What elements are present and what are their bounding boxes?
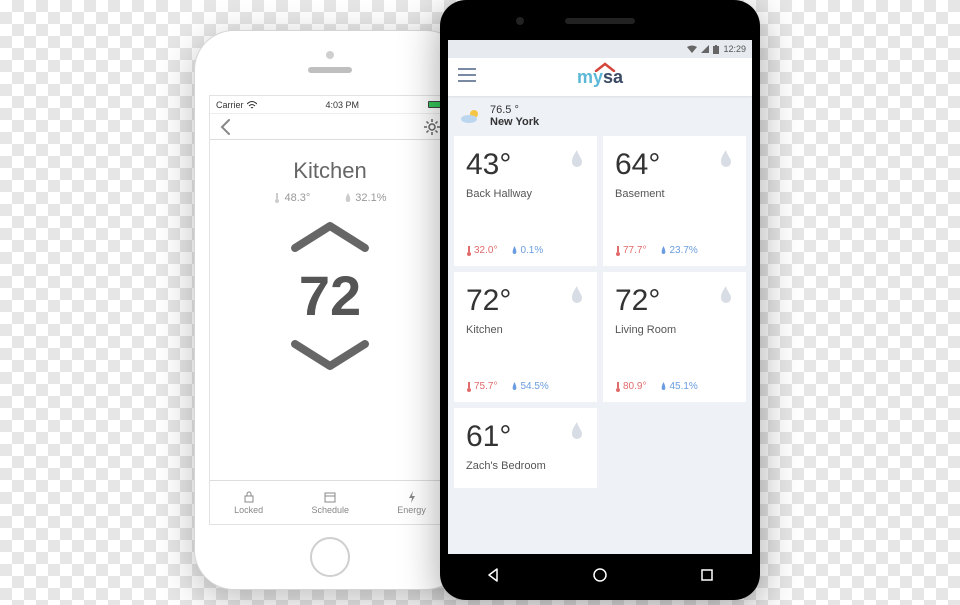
room-humidity: 54.5% <box>511 381 548 392</box>
menu-button[interactable] <box>458 68 476 82</box>
iphone-speaker <box>308 67 352 73</box>
android-statusbar: 12:29 <box>448 40 752 58</box>
thermometer-icon <box>466 246 472 256</box>
setpoint-display: 72 <box>299 268 361 324</box>
ios-bottombar: Locked Schedule Energy <box>210 480 450 524</box>
temp-down-button[interactable] <box>285 338 375 374</box>
clock-label: 4:03 PM <box>325 100 359 110</box>
room-temp: 80.9° <box>615 381 646 392</box>
temp-reading-value: 48.3° <box>284 192 310 204</box>
droplet-icon <box>660 246 667 255</box>
humidity-reading-value: 32.1% <box>355 192 386 204</box>
thermometer-icon <box>273 193 281 203</box>
carrier-label: Carrier <box>216 100 244 110</box>
flame-icon <box>569 150 585 168</box>
android-nav-buttons <box>440 558 760 592</box>
thermometer-icon <box>615 382 621 392</box>
tab-locked-label: Locked <box>234 505 263 515</box>
thermometer-icon <box>615 246 621 256</box>
room-name: Living Room <box>615 324 734 336</box>
app-header: mysa <box>448 58 752 96</box>
room-name: Zach's Bedroom <box>466 460 585 472</box>
android-topbar <box>446 6 754 40</box>
room-name: Back Hallway <box>466 188 585 200</box>
room-card-kitchen[interactable]: 72° Kitchen 75.7° 54.5% <box>454 272 597 402</box>
signal-icon <box>701 45 709 53</box>
setpoint: 72° <box>466 284 585 318</box>
wifi-icon <box>247 101 257 109</box>
room-stats: 48.3° 32.1% <box>273 192 386 204</box>
weather-row: 76.5 ° New York <box>448 96 752 136</box>
flame-icon <box>718 150 734 168</box>
iphone-camera-dot <box>326 51 334 59</box>
humidity-reading: 32.1% <box>344 192 386 204</box>
room-humidity: 0.1% <box>511 245 543 256</box>
temp-reading: 48.3° <box>273 192 310 204</box>
droplet-icon <box>344 193 352 203</box>
room-humidity: 23.7% <box>660 245 697 256</box>
droplet-icon <box>511 246 518 255</box>
battery-icon <box>713 45 719 54</box>
logo-roof-icon <box>594 62 616 72</box>
android-speaker <box>565 18 635 24</box>
droplet-icon <box>660 382 667 391</box>
ios-navbar <box>210 114 450 140</box>
flame-icon <box>718 286 734 304</box>
iphone-screen: Carrier 4:03 PM Kitchen 48.3° 32.1% <box>209 95 451 525</box>
outdoor-temp: 76.5 ° <box>490 104 539 116</box>
thermostat-panel: Kitchen 48.3° 32.1% 72 <box>210 140 450 480</box>
iphone-home-button[interactable] <box>310 537 350 577</box>
setpoint: 43° <box>466 148 585 182</box>
gear-icon[interactable] <box>424 119 440 135</box>
weather-icon <box>460 108 482 124</box>
tab-locked[interactable]: Locked <box>234 491 263 515</box>
setpoint: 72° <box>615 284 734 318</box>
lock-icon <box>243 491 255 503</box>
droplet-icon <box>511 382 518 391</box>
room-temp: 77.7° <box>615 245 646 256</box>
room-temp: 75.7° <box>466 381 497 392</box>
bolt-icon <box>406 491 418 503</box>
clock-label: 12:29 <box>723 44 746 54</box>
flame-icon <box>569 286 585 304</box>
android-camera-dot <box>516 17 524 25</box>
room-name: Basement <box>615 188 734 200</box>
room-name: Kitchen <box>466 324 585 336</box>
room-card-back-hallway[interactable]: 43° Back Hallway 32.0° 0.1% <box>454 136 597 266</box>
android-recent-icon[interactable] <box>699 567 715 583</box>
thermometer-icon <box>466 382 472 392</box>
ios-statusbar: Carrier 4:03 PM <box>210 96 450 114</box>
wifi-icon <box>687 45 697 53</box>
setpoint: 61° <box>466 420 585 454</box>
tab-schedule-label: Schedule <box>311 505 349 515</box>
room-card-basement[interactable]: 64° Basement 77.7° 23.7% <box>603 136 746 266</box>
room-humidity: 45.1% <box>660 381 697 392</box>
city-label: New York <box>490 116 539 128</box>
tab-schedule[interactable]: Schedule <box>311 491 349 515</box>
android-home-icon[interactable] <box>592 567 608 583</box>
tab-energy[interactable]: Energy <box>397 491 426 515</box>
setpoint: 64° <box>615 148 734 182</box>
room-card-living-room[interactable]: 72° Living Room 80.9° 45.1% <box>603 272 746 402</box>
temp-up-button[interactable] <box>285 218 375 254</box>
iphone-device-frame: Carrier 4:03 PM Kitchen 48.3° 32.1% <box>194 30 466 590</box>
room-card-zachs-bedroom[interactable]: 61° Zach's Bedroom <box>454 408 597 488</box>
android-back-icon[interactable] <box>485 567 501 583</box>
rooms-grid: 43° Back Hallway 32.0° 0.1% 64° Basement… <box>448 136 752 554</box>
tab-energy-label: Energy <box>397 505 426 515</box>
room-title: Kitchen <box>293 158 366 184</box>
mysa-logo: mysa <box>577 67 623 88</box>
back-icon[interactable] <box>220 119 232 135</box>
flame-icon <box>569 422 585 440</box>
room-temp: 32.0° <box>466 245 497 256</box>
calendar-icon <box>324 491 336 503</box>
android-screen: 12:29 mysa 76.5 ° New York <box>448 40 752 554</box>
android-device-frame: 12:29 mysa 76.5 ° New York <box>440 0 760 600</box>
